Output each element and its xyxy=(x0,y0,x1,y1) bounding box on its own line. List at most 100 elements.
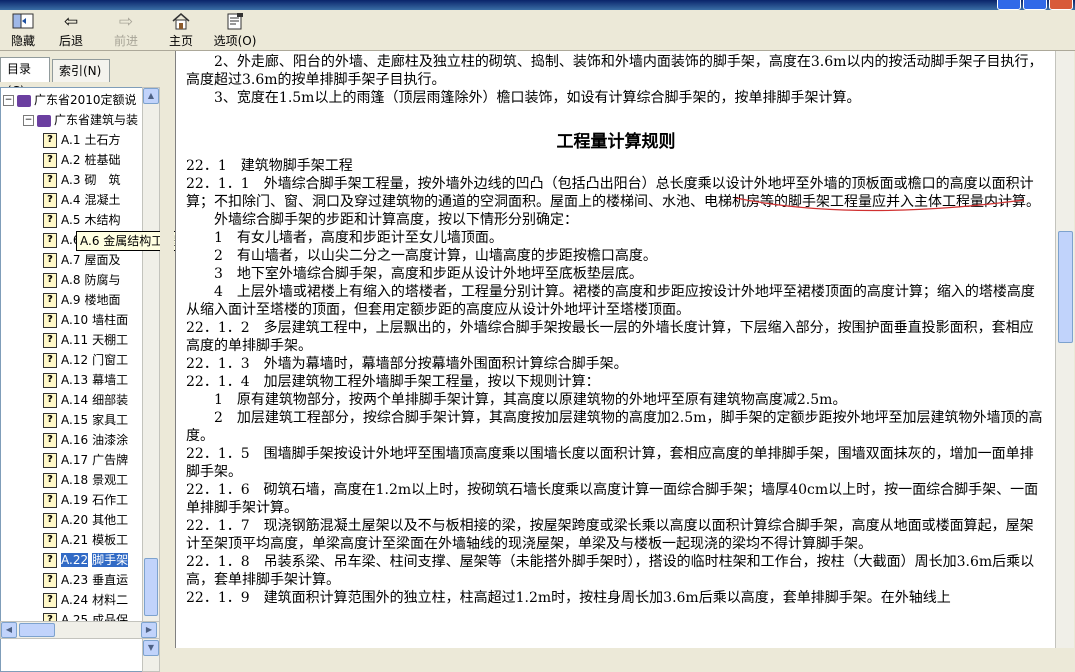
paragraph: 3 地下室外墙综合脚手架，高度和步距从设计外地坪至底板垫层底。 xyxy=(186,266,643,282)
tree-item[interactable]: ? A.17 广告牌 xyxy=(43,450,128,470)
tree-horizontal-scrollbar[interactable]: ◀ ▶ xyxy=(0,621,160,639)
intro-section: 2、外走廊、阳台的外墙、走廊柱及独立柱的砌筑、捣制、装饰和外墙内面装饰的脚手架，… xyxy=(186,53,1046,107)
help-page-icon: ? xyxy=(43,393,57,408)
tree-item-title: 垂直运 xyxy=(92,573,129,587)
tree-item-label: A.8 xyxy=(61,273,81,287)
pane-splitter[interactable] xyxy=(160,51,174,648)
tree-item[interactable]: ? A.18 景观工 xyxy=(43,470,128,490)
red-annotation-stroke xyxy=(735,197,1025,212)
tree-item[interactable]: ? A.3 砌 筑 xyxy=(43,170,120,190)
tree-item[interactable]: ? A.14 细部装 xyxy=(43,390,128,410)
tree-item-title: 脚手架 xyxy=(92,553,129,567)
tree-item[interactable]: ? A.20 其他工 xyxy=(43,510,128,530)
scroll-down-arrow[interactable]: ▼ xyxy=(143,640,159,656)
tree-item-title: 防腐与 xyxy=(84,273,121,287)
help-page-icon: ? xyxy=(43,333,57,348)
tree-item-label: A.1 xyxy=(61,133,81,147)
help-page-icon: ? xyxy=(43,533,57,548)
collapse-icon[interactable]: − xyxy=(23,115,34,126)
tree-item-title: 屋面及 xyxy=(84,253,121,267)
tree-item-title: 幕墙工 xyxy=(92,373,129,387)
tree-item[interactable]: ? A.21 模板工 xyxy=(43,530,128,550)
tree-item[interactable]: ? A.11 天棚工 xyxy=(43,330,128,350)
tree-item[interactable]: ? A.23 垂直运 xyxy=(43,570,128,590)
minimize-button[interactable] xyxy=(997,0,1021,10)
tree-child[interactable]: − 广东省建筑与装 xyxy=(23,110,138,130)
help-page-icon: ? xyxy=(43,553,57,568)
tree-item-title: 楼地面 xyxy=(84,293,121,307)
tree-item[interactable]: ? A.12 门窗工 xyxy=(43,350,128,370)
close-button[interactable] xyxy=(1049,0,1073,10)
tree-item-title: 油漆涂 xyxy=(92,433,129,447)
scroll-right-arrow[interactable]: ▶ xyxy=(141,622,157,638)
contents-tree: − 广东省2010定额说 − 广东省建筑与装 ? A.1 土石方? A.2 桩基础? A.3 砌… xyxy=(0,87,144,672)
tree-item-label: A.17 xyxy=(61,453,89,467)
rules-section: 22．1 建筑物脚手架工程 22．1．1 外墙综合脚手架工程量，按外墙外边线的凹凸… xyxy=(186,157,1046,607)
tree-item-label: A.24 xyxy=(61,593,89,607)
tree-item-title: 土石方 xyxy=(84,133,121,147)
maximize-button[interactable] xyxy=(1023,0,1047,10)
tree-item-label: A.5 xyxy=(61,213,81,227)
help-page-icon: ? xyxy=(43,293,57,308)
tree-item[interactable]: ? A.10 墙柱面 xyxy=(43,310,128,330)
help-page-icon: ? xyxy=(43,493,57,508)
tree-item[interactable]: ? A.15 家具工 xyxy=(43,410,128,430)
tree-item[interactable]: ? A.1 土石方 xyxy=(43,130,120,150)
tree-item-title: 墙柱面 xyxy=(92,313,129,327)
scroll-up-arrow[interactable]: ▲ xyxy=(143,88,159,104)
tree-vertical-scrollbar[interactable]: ▲ ▼ xyxy=(142,87,160,672)
tree-item[interactable]: ? A.24 材料二 xyxy=(43,590,128,610)
hide-button[interactable]: 隐藏 xyxy=(0,12,46,48)
paragraph: 3、宽度在1.5m以上的雨篷（顶层雨篷除外）檐口装饰，如设有计算综合脚手架的，按… xyxy=(186,90,861,106)
tree-item[interactable]: ? A.7 屋面及 xyxy=(43,250,120,270)
tree-item[interactable]: ? A.8 防腐与 xyxy=(43,270,120,290)
tree-item-title: 材料二 xyxy=(92,593,129,607)
options-button[interactable]: 选项(O) xyxy=(212,12,258,48)
title-bar xyxy=(0,0,1075,10)
tree-item-label: A.3 xyxy=(61,173,81,187)
paragraph: 22．1．7 现浇钢筋混凝土屋架以及不与板相接的梁，按屋架跨度或梁长乘以高度以面… xyxy=(186,518,1034,552)
document: 2、外走廊、阳台的外墙、走廊柱及独立柱的砌筑、捣制、装饰和外墙内面装饰的脚手架，… xyxy=(186,53,1046,607)
tree-root[interactable]: − 广东省2010定额说 xyxy=(3,90,137,110)
help-page-icon: ? xyxy=(43,273,57,288)
tree-item[interactable]: ? A.19 石作工 xyxy=(43,490,128,510)
tree-item-title: 广告牌 xyxy=(92,453,129,467)
tree-item-label: A.7 xyxy=(61,253,81,267)
tree-item[interactable]: ? A.4 混凝土 xyxy=(43,190,120,210)
tree-child-label: 广东省建筑与装 xyxy=(54,113,139,127)
tree-item[interactable]: ? A.22 脚手架 xyxy=(43,550,129,570)
tree-item-label: A.9 xyxy=(61,293,81,307)
tree-item-label: A.18 xyxy=(61,473,89,487)
forward-button[interactable]: ⇨ 前进 xyxy=(103,12,149,48)
back-button[interactable]: ⇦ 后退 xyxy=(48,12,94,48)
tab-contents[interactable]: 目录(C) xyxy=(0,57,50,98)
tree-item[interactable]: ? A.2 桩基础 xyxy=(43,150,120,170)
tree-hscroll-thumb[interactable] xyxy=(19,623,55,637)
tree-item-label: A.14 xyxy=(61,393,89,407)
paragraph: 22．1．2 多层建筑工程中，上层飘出的，外墙综合脚手架按最长一层的外墙长度计算… xyxy=(186,320,1034,354)
tab-index[interactable]: 索引(N) xyxy=(52,59,110,82)
content-vertical-scrollbar[interactable] xyxy=(1055,51,1074,648)
tree-item[interactable]: ? A.13 幕墙工 xyxy=(43,370,128,390)
paragraph: 4 上层外墙或裙楼上有缩入的塔楼者，工程量分别计算。裙楼的高度和步距应按设计外地… xyxy=(186,284,1035,318)
tree-item-title: 桩基础 xyxy=(84,153,121,167)
tree-item-title: 混凝土 xyxy=(84,193,121,207)
home-button[interactable]: 主页 xyxy=(158,12,204,48)
content-scroll-thumb[interactable] xyxy=(1058,231,1073,343)
tree-item-label: A.15 xyxy=(61,413,89,427)
scroll-left-arrow[interactable]: ◀ xyxy=(1,622,17,638)
tree-item-title: 门窗工 xyxy=(92,353,129,367)
tree-item-title: 砌 筑 xyxy=(84,173,121,187)
tree-item-label: A.2 xyxy=(61,153,81,167)
content-pane: 2、外走廊、阳台的外墙、走廊柱及独立柱的砌筑、捣制、装饰和外墙内面装饰的脚手架，… xyxy=(175,51,1056,648)
collapse-icon[interactable]: − xyxy=(3,95,14,106)
paragraph: 22．1．9 建筑面积计算范围外的独立柱，柱高超过1.2m时，按柱身周长加3.6… xyxy=(186,590,951,606)
paragraph: 1 有女儿墙者，高度和步距计至女儿墙顶面。 xyxy=(186,230,503,246)
tree-item[interactable]: ? A.16 油漆涂 xyxy=(43,430,128,450)
paragraph: 22．1．8 吊装系梁、吊车梁、柱间支撑、屋架等（未能搭外脚手架时），搭设的临时… xyxy=(186,554,1035,588)
tree-item[interactable]: ? A.5 木结构 xyxy=(43,210,120,230)
tree-item-label: A.20 xyxy=(61,513,89,527)
tree-item[interactable]: ? A.9 楼地面 xyxy=(43,290,120,310)
tree-scroll-thumb[interactable] xyxy=(144,558,158,616)
options-icon xyxy=(212,12,258,32)
